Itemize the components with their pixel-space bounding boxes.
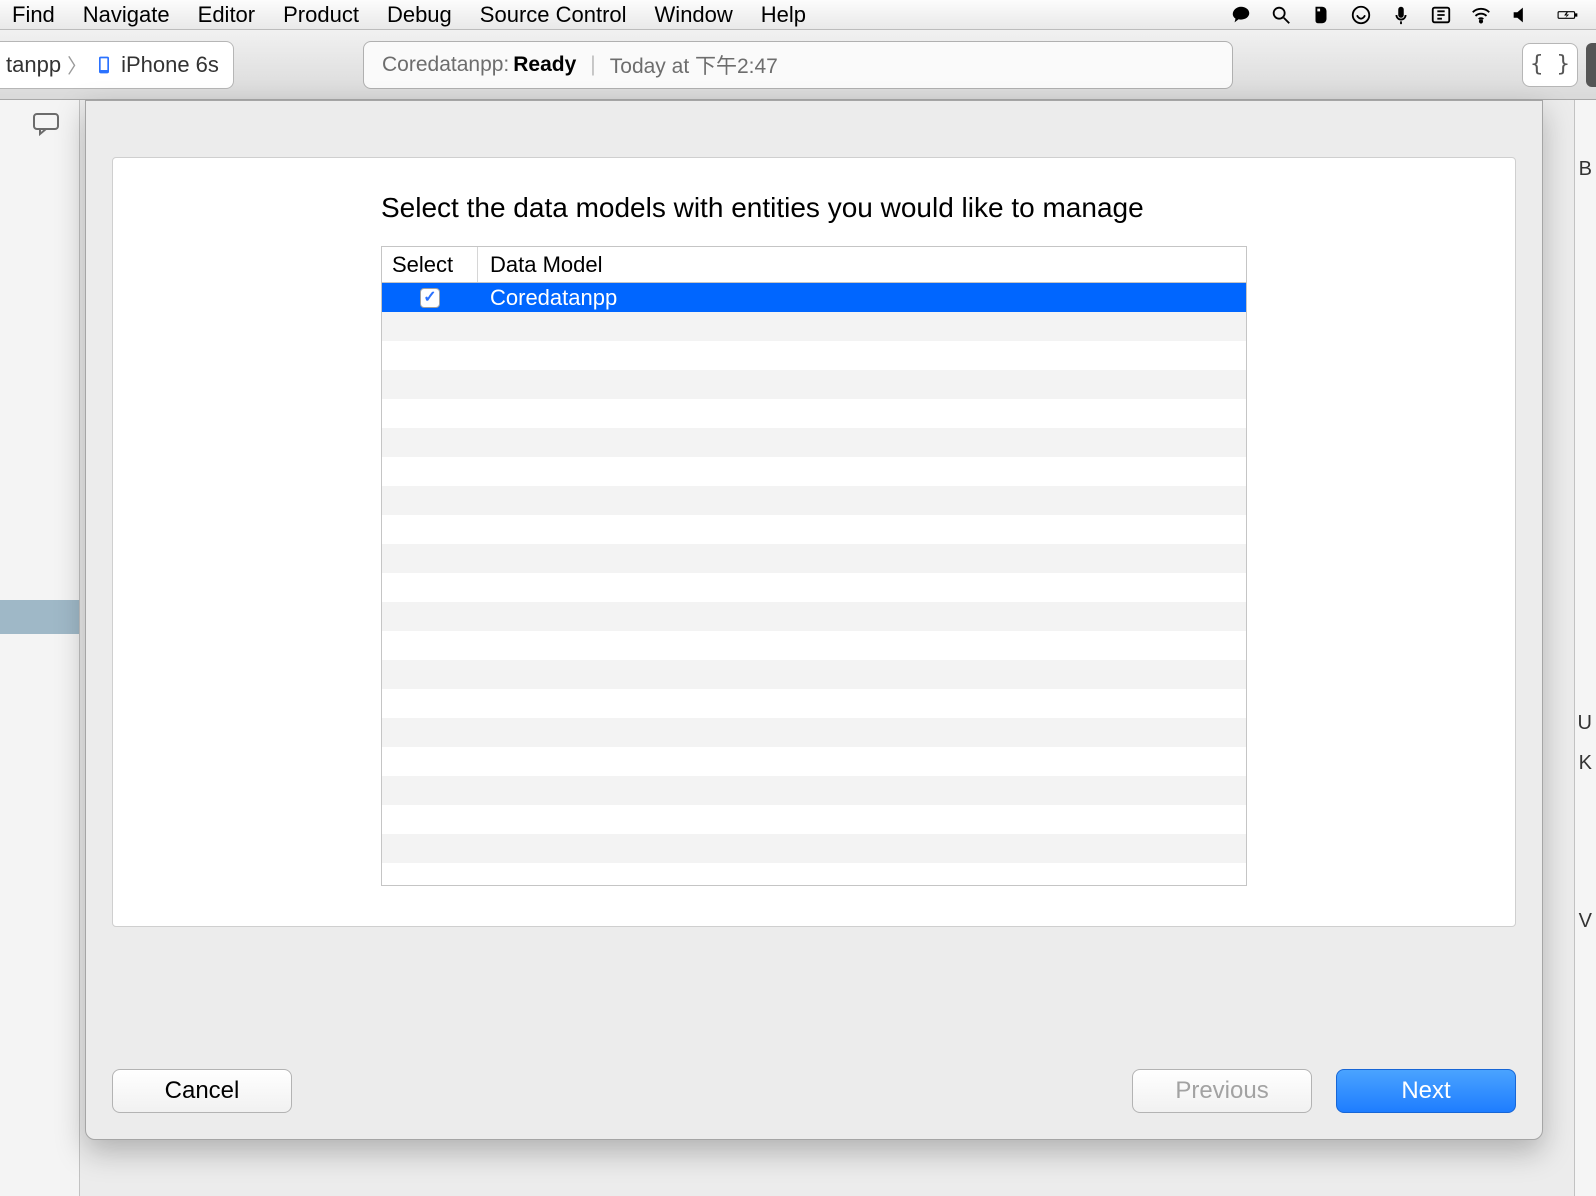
system-menubar: Find Navigate Editor Product Debug Sourc… [0, 0, 1596, 30]
column-select[interactable]: Select [382, 247, 478, 282]
table-row [382, 370, 1246, 399]
next-button[interactable]: Next [1336, 1069, 1516, 1113]
spotlight-icon[interactable] [1268, 3, 1294, 27]
dialog-title: Select the data models with entities you… [381, 192, 1247, 224]
inspector-letter-v: V [1579, 910, 1592, 933]
managed-object-subclass-sheet: Select the data models with entities you… [85, 100, 1543, 1140]
table-row [382, 602, 1246, 631]
menu-product[interactable]: Product [283, 2, 359, 28]
table-row [382, 631, 1246, 660]
table-row [382, 660, 1246, 689]
data-model-table: Select Data Model Coredatanpp [381, 246, 1247, 886]
volume-icon[interactable] [1508, 3, 1534, 27]
right-panel-edge [1586, 43, 1596, 87]
activity-status: Ready [513, 53, 576, 77]
menu-debug[interactable]: Debug [387, 2, 452, 28]
table-row [382, 834, 1246, 863]
table-row [382, 428, 1246, 457]
inspector-letter-u: U [1578, 712, 1592, 735]
inspector-letter-b: B [1579, 158, 1592, 181]
activity-viewer: Coredatanpp: Ready | Today at 下午2:47 [363, 41, 1233, 89]
row-checkbox-cell[interactable] [382, 288, 478, 308]
table-header: Select Data Model [382, 247, 1246, 283]
column-data-model[interactable]: Data Model [478, 247, 1246, 282]
activity-project: Coredatanpp: [382, 53, 509, 77]
table-row [382, 544, 1246, 573]
simulator-icon [93, 54, 115, 76]
table-row [382, 457, 1246, 486]
table-row [382, 341, 1246, 370]
dialog-button-bar: Cancel Previous Next [112, 1069, 1516, 1113]
menu-source-control[interactable]: Source Control [480, 2, 627, 28]
main-area: B U K V Select the data models with enti… [0, 100, 1596, 1196]
table-row [382, 486, 1246, 515]
evernote-icon[interactable] [1308, 3, 1334, 27]
table-body: Coredatanpp [382, 283, 1246, 885]
activity-time: Today at 下午2:47 [610, 50, 778, 80]
table-row [382, 747, 1246, 776]
table-row [382, 718, 1246, 747]
scheme-device-name: iPhone 6s [121, 52, 219, 78]
menu-navigate[interactable]: Navigate [83, 2, 170, 28]
battery-charging-icon[interactable] [1548, 3, 1588, 27]
wifi-icon[interactable] [1468, 3, 1494, 27]
dialog-panel: Select the data models with entities you… [112, 157, 1516, 927]
table-row [382, 399, 1246, 428]
table-row [382, 573, 1246, 602]
comment-icon[interactable] [26, 108, 66, 140]
menu-help[interactable]: Help [761, 2, 806, 28]
row-model-name: Coredatanpp [478, 285, 1246, 311]
activity-separator: | [590, 53, 595, 77]
table-row[interactable]: Coredatanpp [382, 283, 1246, 312]
table-row [382, 312, 1246, 341]
chevron-right-icon: 〉 [67, 50, 87, 79]
table-row [382, 689, 1246, 718]
navigator-selection [0, 600, 79, 634]
scheme-selector[interactable]: tanpp 〉 iPhone 6s [0, 41, 234, 89]
menubar-status-icons [1228, 3, 1596, 27]
circle-icon[interactable] [1348, 3, 1374, 27]
input-method-icon[interactable] [1428, 3, 1454, 27]
menu-window[interactable]: Window [655, 2, 733, 28]
menu-editor[interactable]: Editor [198, 2, 255, 28]
table-row [382, 805, 1246, 834]
table-row [382, 515, 1246, 544]
scheme-project-name: tanpp [6, 52, 61, 78]
inspector-letter-k: K [1579, 752, 1592, 775]
app-icon[interactable] [1228, 3, 1254, 27]
navigator-gutter [0, 100, 80, 1196]
cancel-button[interactable]: Cancel [112, 1069, 292, 1113]
microphone-icon[interactable] [1388, 3, 1414, 27]
checkbox[interactable] [420, 288, 440, 308]
menu-find[interactable]: Find [12, 2, 55, 28]
xcode-toolbar: tanpp 〉 iPhone 6s Coredatanpp: Ready | T… [0, 30, 1596, 100]
previous-button[interactable]: Previous [1132, 1069, 1312, 1113]
table-row [382, 776, 1246, 805]
inspector-edge: B U K V [1574, 100, 1596, 1196]
assistant-editor-toggle[interactable]: { } [1522, 43, 1578, 87]
